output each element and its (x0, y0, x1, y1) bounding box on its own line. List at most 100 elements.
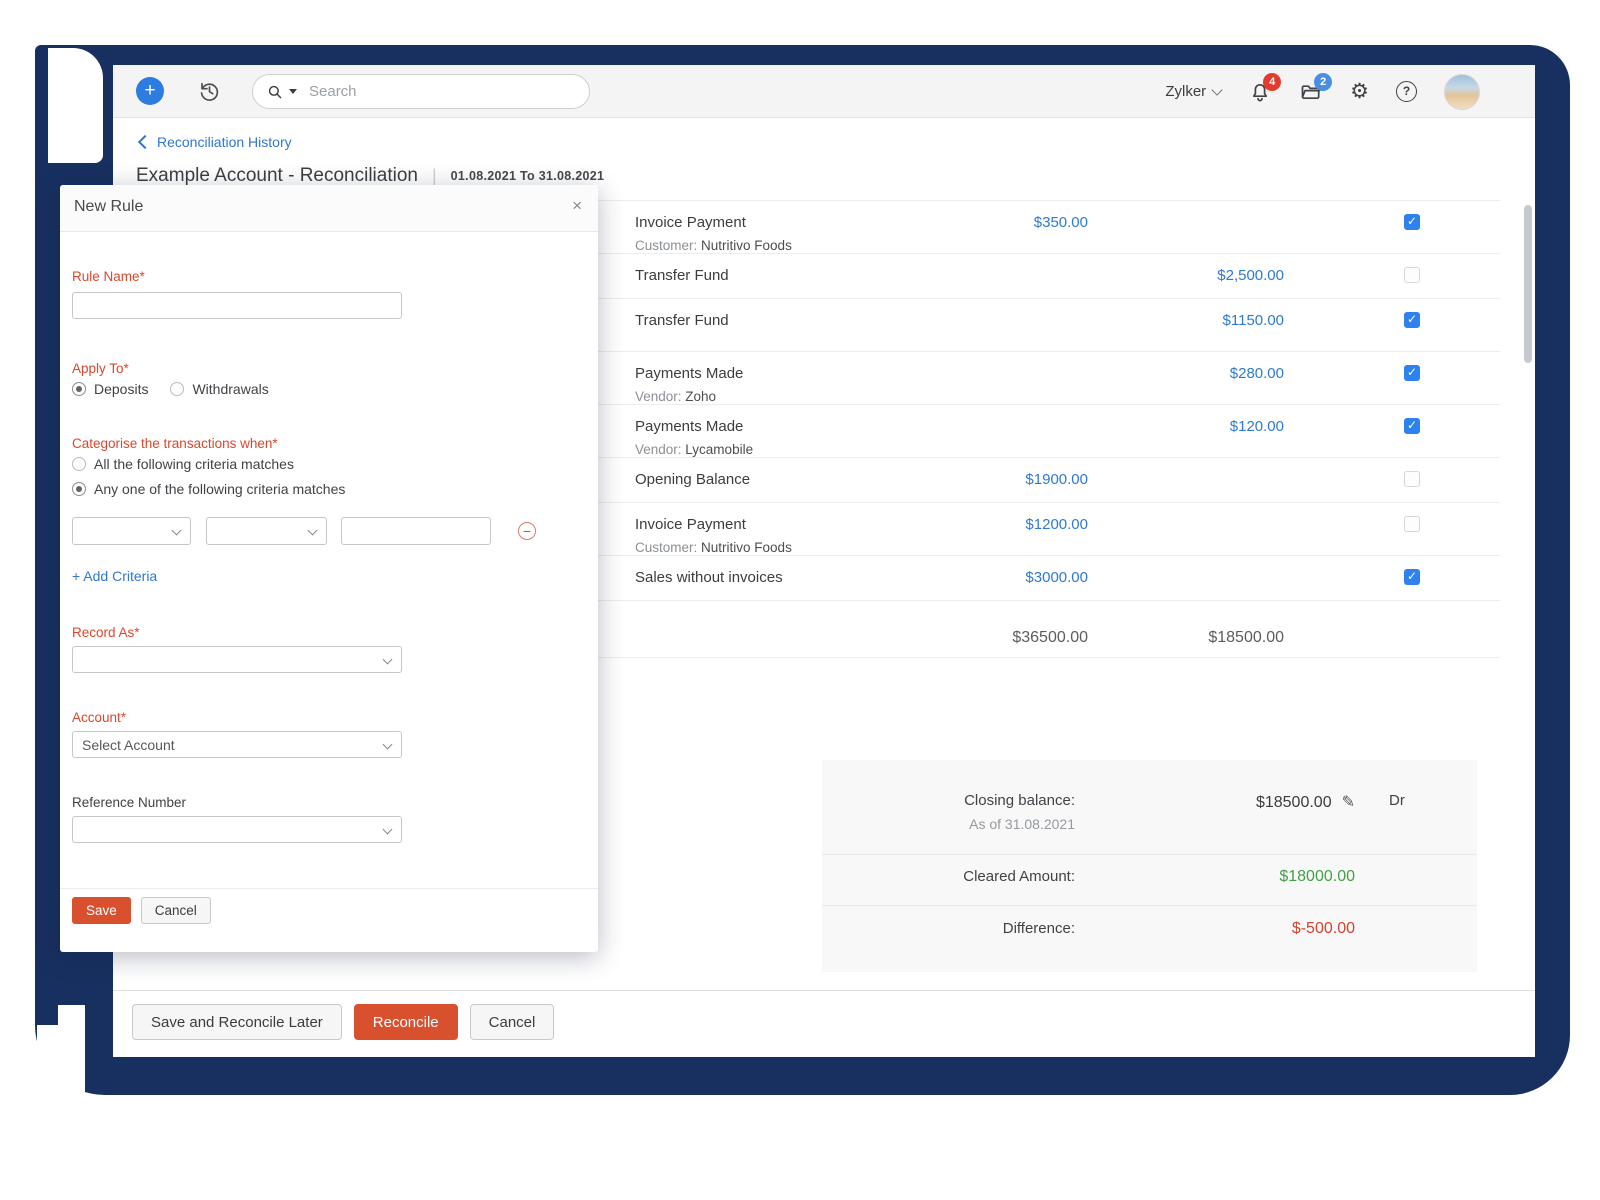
search-input[interactable] (307, 82, 561, 101)
apply-to-label: Apply To* (72, 361, 129, 376)
account-select[interactable]: Select Account (72, 731, 402, 758)
action-bar: Save and Reconcile Later Reconcile Cance… (113, 990, 1535, 1057)
radio-label: Deposits (94, 381, 148, 397)
transaction-type: Payments Made (635, 418, 948, 435)
radio-label: Withdrawals (192, 381, 268, 397)
notification-badge: 4 (1263, 73, 1281, 91)
modal-cancel-button[interactable]: Cancel (141, 897, 211, 924)
categorise-label: Categorise the transactions when* (72, 436, 278, 451)
difference-value: $-500.00 (1075, 920, 1355, 938)
breadcrumb[interactable]: Reconciliation History (140, 134, 292, 150)
reference-number-label: Reference Number (72, 795, 186, 810)
modal-header: New Rule × (60, 185, 598, 232)
modal-save-button[interactable]: Save (72, 897, 131, 924)
difference-label: Difference: (822, 920, 1075, 937)
row-checkbox[interactable] (1404, 418, 1420, 434)
org-switcher[interactable]: Zylker (1165, 83, 1221, 100)
row-checkbox[interactable] (1404, 569, 1420, 585)
search-scope-caret-icon[interactable] (289, 89, 297, 94)
cleared-amount-label: Cleared Amount: (822, 868, 1075, 885)
rule-name-label: Rule Name* (72, 269, 145, 284)
top-bar: + Zylker (113, 65, 1535, 118)
modal-title: New Rule (74, 198, 143, 216)
closing-balance-label: Closing balance: As of 31.08.2021 (822, 792, 1075, 832)
recent-history-icon[interactable] (197, 79, 222, 104)
documents-button[interactable]: 2 (1299, 80, 1323, 104)
add-criteria-link[interactable]: + Add Criteria (72, 568, 157, 584)
help-icon[interactable]: ? (1396, 81, 1417, 102)
remove-criteria-icon[interactable]: − (518, 522, 536, 540)
amount-col1: $1200.00 (948, 516, 1088, 533)
criteria-comparator-select[interactable] (206, 517, 327, 545)
transaction-contact: Customer: Nutritivo Foods (635, 238, 948, 253)
topbar-right-cluster: Zylker 4 2 ⚙ (1165, 65, 1480, 118)
total-deposits: $36500.00 (948, 629, 1088, 647)
totals-row: $36500.00 $18500.00 (598, 601, 1500, 658)
frame-notch-bottom-left-2 (37, 1025, 58, 1093)
transaction-contact: Customer: Nutritivo Foods (635, 540, 948, 555)
scrollbar-thumb[interactable] (1524, 205, 1532, 363)
row-checkbox[interactable] (1404, 214, 1420, 230)
cancel-button[interactable]: Cancel (470, 1004, 555, 1040)
table-row: Invoice Payment Customer: Nutritivo Foods… (598, 503, 1500, 556)
transaction-type: Payments Made (635, 365, 948, 382)
breadcrumb-label: Reconciliation History (157, 134, 292, 150)
page: + Zylker (0, 0, 1600, 1200)
radio-icon[interactable] (72, 482, 86, 496)
closing-balance-value: $18500.00✎ (1075, 792, 1355, 812)
search-icon (267, 84, 283, 100)
settings-gear-icon[interactable]: ⚙ (1350, 80, 1369, 104)
cleared-amount-value: $18000.00 (1075, 868, 1355, 886)
global-search[interactable] (252, 74, 590, 109)
reconcile-button[interactable]: Reconcile (354, 1004, 458, 1040)
transaction-type: Transfer Fund (635, 267, 948, 284)
notifications-button[interactable]: 4 (1248, 80, 1272, 104)
transaction-type: Invoice Payment (635, 516, 948, 533)
user-avatar[interactable] (1444, 74, 1480, 110)
apply-to-option[interactable]: Deposits (72, 381, 148, 397)
row-checkbox[interactable] (1404, 471, 1420, 487)
apply-to-option[interactable]: Withdrawals (170, 381, 268, 397)
row-checkbox[interactable] (1404, 312, 1420, 328)
amount-col2: $120.00 (1144, 418, 1284, 435)
table-row: Payments Made Vendor: Zoho $280.00 (598, 352, 1500, 405)
transaction-contact: Vendor: Zoho (635, 389, 948, 404)
account-label: Account* (72, 710, 126, 725)
edit-pencil-icon[interactable]: ✎ (1342, 794, 1355, 811)
cleared-amount-row: Cleared Amount: $18000.00 (822, 855, 1477, 906)
modal-footer: Save Cancel (60, 888, 598, 889)
table-row: Payments MadeVendor: Lycamobile$120.00 (598, 405, 1500, 458)
record-as-select[interactable] (72, 646, 402, 673)
criteria-value-input[interactable] (341, 517, 491, 545)
transaction-type: Invoice Payment (635, 214, 948, 231)
frame-notch-top-left (48, 48, 103, 163)
difference-row: Difference: $-500.00 (822, 906, 1477, 972)
row-checkbox[interactable] (1404, 267, 1420, 283)
amount-col2: $280.00 (1144, 365, 1284, 382)
amount-col2: $1150.00 (1144, 312, 1284, 329)
close-icon[interactable]: × (572, 196, 582, 216)
transaction-type: Transfer Fund (635, 312, 948, 329)
reference-number-select[interactable] (72, 816, 402, 843)
radio-icon[interactable] (72, 457, 86, 471)
apply-to-radio-group: Deposits Withdrawals (72, 381, 269, 397)
criteria-field-select[interactable] (72, 517, 191, 545)
documents-badge: 2 (1314, 73, 1332, 91)
categorise-option[interactable]: Any one of the following criteria matche… (72, 481, 345, 497)
rule-name-input[interactable] (72, 292, 402, 319)
chevron-down-icon (1212, 84, 1223, 95)
table-row: Sales without invoices$3000.00 (598, 556, 1500, 601)
categorise-option[interactable]: All the following criteria matches (72, 456, 345, 472)
title-separator: | (432, 166, 437, 187)
save-and-reconcile-later-button[interactable]: Save and Reconcile Later (132, 1004, 342, 1040)
radio-icon[interactable] (170, 382, 184, 396)
row-checkbox[interactable] (1404, 516, 1420, 532)
date-range: 01.08.2021 To 31.08.2021 (451, 169, 605, 183)
back-chevron-icon (138, 135, 152, 149)
reconciliation-summary: Closing balance: As of 31.08.2021 $18500… (822, 760, 1477, 972)
radio-icon[interactable] (72, 382, 86, 396)
quick-create-button[interactable]: + (136, 77, 164, 105)
row-checkbox[interactable] (1404, 365, 1420, 381)
new-rule-modal: New Rule × Rule Name* Apply To* Deposits… (60, 185, 598, 952)
total-withdrawals: $18500.00 (1144, 629, 1284, 647)
